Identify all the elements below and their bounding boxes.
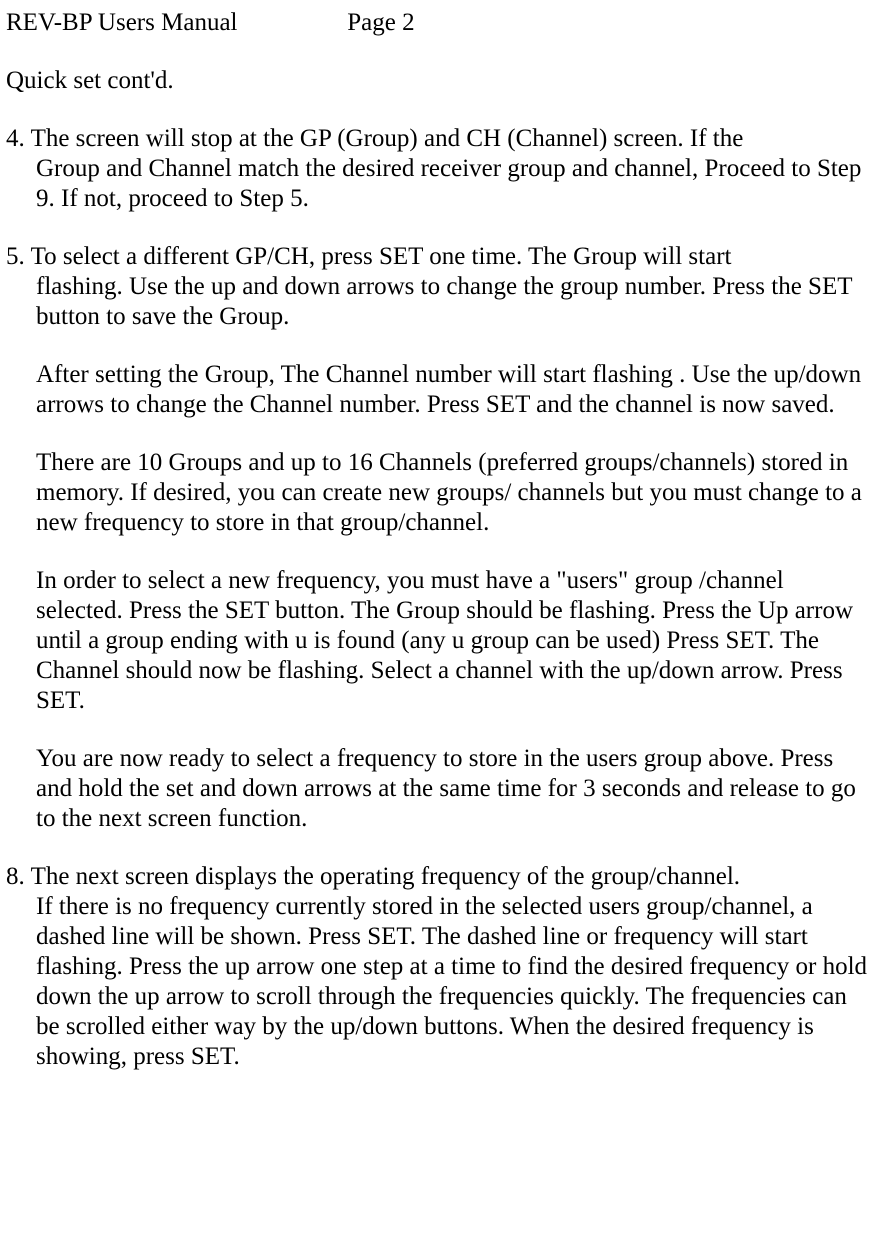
item-text-cont: Group and Channel match the desired rece… xyxy=(6,154,875,214)
list-item: 4. The screen will stop at the GP (Group… xyxy=(6,124,875,214)
paragraph: After setting the Group, The Channel num… xyxy=(6,360,875,420)
list-item: 8. The next screen displays the operatin… xyxy=(6,862,875,1072)
item-text: The next screen displays the operating f… xyxy=(31,863,740,890)
item-text-cont: If there is no frequency currently store… xyxy=(6,892,875,1072)
page-number: Page 2 xyxy=(347,9,414,36)
item-number: 4. xyxy=(6,125,25,152)
list-item: 5. To select a different GP/CH, press SE… xyxy=(6,242,875,332)
item-text: The screen will stop at the GP (Group) a… xyxy=(31,125,744,152)
item-number: 5. xyxy=(6,243,25,270)
item-number: 8. xyxy=(6,863,25,890)
paragraph: You are now ready to select a frequency … xyxy=(6,744,875,834)
item-text: To select a different GP/CH, press SET o… xyxy=(31,243,732,270)
section-subtitle: Quick set cont'd. xyxy=(6,66,875,96)
item-text-cont: flashing. Use the up and down arrows to … xyxy=(6,272,875,332)
doc-title: REV-BP Users Manual xyxy=(6,8,341,38)
page-header: REV-BP Users Manual Page 2 xyxy=(6,8,875,38)
paragraph: There are 10 Groups and up to 16 Channel… xyxy=(6,448,875,538)
paragraph: In order to select a new frequency, you … xyxy=(6,566,875,716)
